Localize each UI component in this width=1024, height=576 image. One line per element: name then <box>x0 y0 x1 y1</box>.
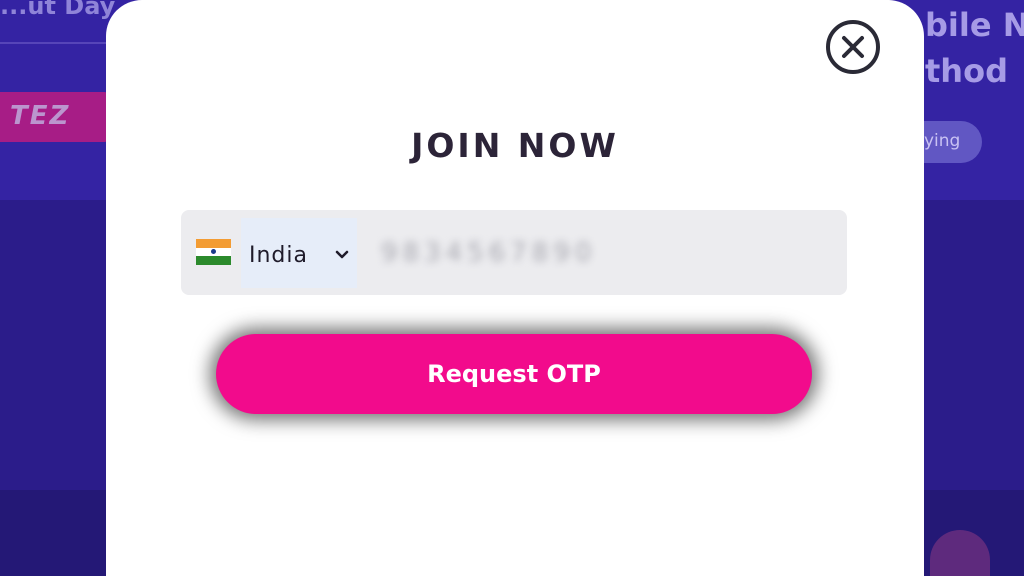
close-icon <box>842 36 864 58</box>
join-modal: JOIN NOW India Request OTP <box>106 0 924 576</box>
chevron-down-icon <box>335 250 349 259</box>
country-label: India <box>249 243 308 268</box>
india-flag-icon <box>196 239 231 265</box>
screen: ...ut Day TEZ bile No thod ying JOIN NOW <box>0 0 1024 576</box>
modal-title: JOIN NOW <box>411 126 619 165</box>
background-headline-line2: thod <box>925 52 1008 90</box>
background-logo-text: TEZ <box>10 101 71 131</box>
phone-field: India <box>181 210 847 295</box>
background-headline: bile No thod <box>925 2 1024 94</box>
background-top-text: ...ut Day <box>0 0 116 20</box>
country-select[interactable]: India <box>241 218 357 288</box>
close-button[interactable] <box>826 20 880 74</box>
background-headline-line1: bile No <box>925 6 1024 44</box>
phone-number-input[interactable] <box>381 230 821 276</box>
background-logo: TEZ <box>0 92 110 142</box>
background-pill-label: ying <box>924 131 961 151</box>
background-divider <box>0 42 110 44</box>
request-otp-button[interactable]: Request OTP <box>216 334 812 414</box>
